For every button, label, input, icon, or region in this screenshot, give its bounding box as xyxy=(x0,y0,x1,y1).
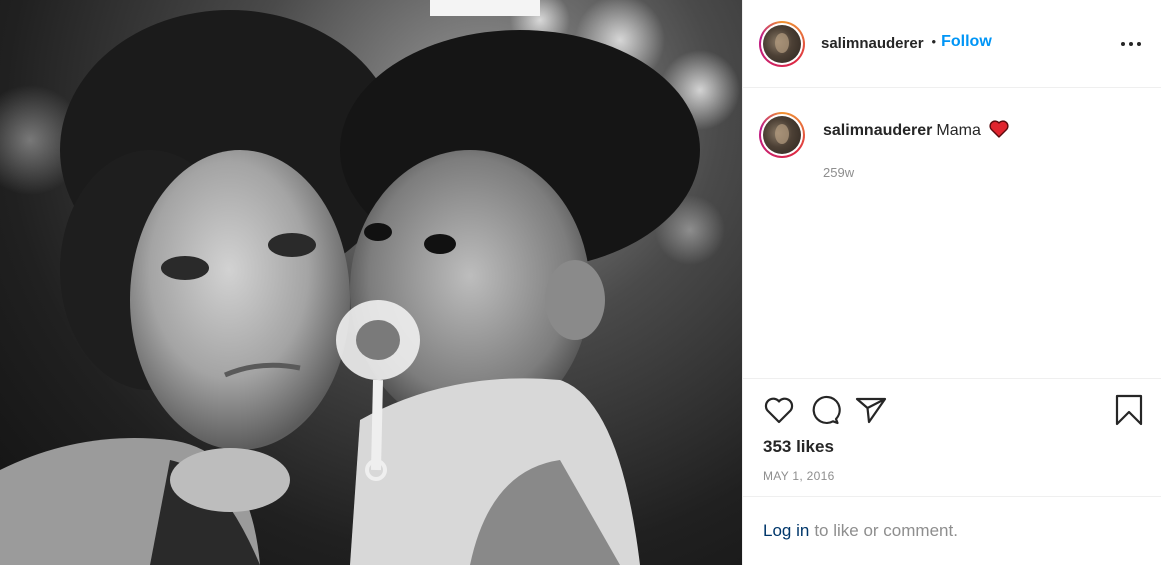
caption-time-ago[interactable]: 259w xyxy=(823,165,1009,180)
black-and-white-photo xyxy=(0,0,740,565)
instagram-post: salimnauderer • Follow salimnauderer Mama xyxy=(0,0,1161,565)
post-date[interactable]: MAY 1, 2016 xyxy=(763,469,1141,483)
comment-bubble-icon[interactable] xyxy=(809,394,841,426)
author-avatar[interactable] xyxy=(759,20,805,67)
comments-section: salimnauderer Mama 259w xyxy=(743,88,1161,379)
post-photo[interactable] xyxy=(0,0,742,565)
paper-plane-icon[interactable] xyxy=(855,395,887,425)
post-header: salimnauderer • Follow xyxy=(743,0,1161,88)
caption-author-avatar[interactable] xyxy=(759,112,805,158)
avatar-image xyxy=(763,116,801,154)
red-heart-emoji-icon xyxy=(989,120,1009,143)
login-suffix-text: to like or comment. xyxy=(814,521,958,540)
avatar-image xyxy=(763,24,801,63)
separator-dot: • xyxy=(931,34,937,49)
heart-outline-icon[interactable] xyxy=(763,395,795,425)
likes-count[interactable]: 353 likes xyxy=(763,437,1141,457)
more-options-icon[interactable] xyxy=(1121,34,1141,54)
login-prompt: Log in to like or comment. xyxy=(743,497,1161,565)
caption-username[interactable]: salimnauderer xyxy=(823,122,932,139)
caption: salimnauderer Mama 259w xyxy=(759,112,1145,180)
login-link[interactable]: Log in xyxy=(763,521,809,541)
post-actions: 353 likes MAY 1, 2016 xyxy=(743,379,1161,497)
follow-button[interactable]: Follow xyxy=(941,33,992,51)
caption-text: Mama xyxy=(936,122,981,139)
post-side-panel: salimnauderer • Follow salimnauderer Mama xyxy=(742,0,1161,565)
author-username[interactable]: salimnauderer xyxy=(821,35,924,52)
bookmark-icon[interactable] xyxy=(1115,394,1143,431)
